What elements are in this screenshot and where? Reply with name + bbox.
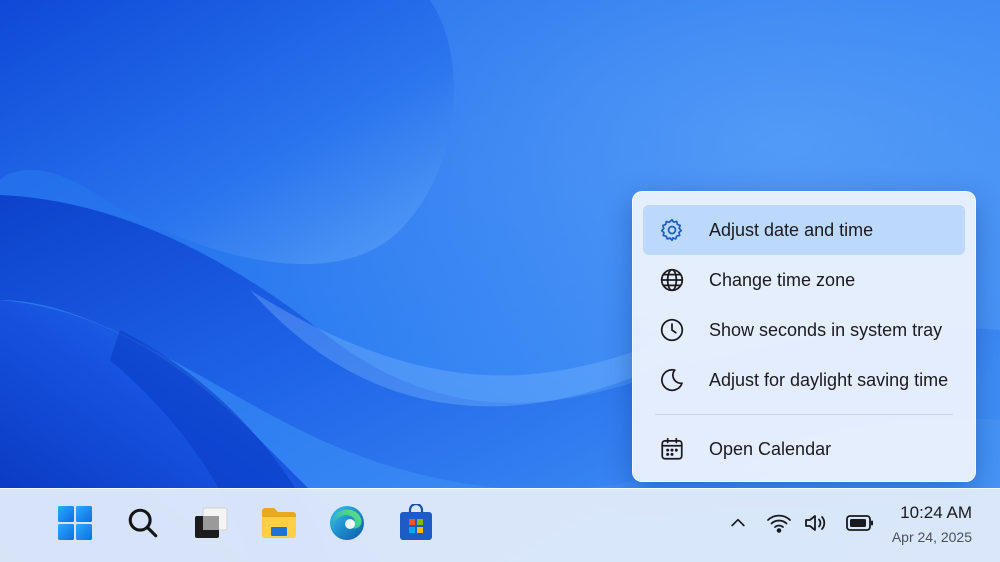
network-button[interactable] [765,512,793,538]
menu-divider [655,414,953,415]
menu-item-label: Open Calendar [709,438,832,459]
start-button[interactable] [55,505,95,545]
menu-item-open-calendar[interactable]: Open Calendar [643,424,965,474]
chevron-up-icon [728,513,748,538]
calendar-icon [657,434,687,464]
menu-item-label: Adjust date and time [709,219,874,240]
clock-context-menu: Adjust date and time Change time zone Sh… [632,191,976,482]
clock-date: Apr 24, 2025 [891,529,972,545]
search-icon [126,506,160,545]
store-button[interactable] [396,502,436,547]
moon-icon [657,365,687,395]
clock-icon [657,315,687,345]
battery-button[interactable] [845,512,875,538]
clock-time: 10:24 AM [900,503,972,522]
edge-browser-button[interactable] [327,505,367,545]
menu-item-label: Adjust for daylight saving time [709,369,949,390]
task-view-button[interactable] [191,505,231,545]
task-view-icon [192,505,230,546]
menu-item-change-time-zone[interactable]: Change time zone [643,255,965,305]
menu-item-adjust-date-time[interactable]: Adjust date and time [643,205,965,255]
gear-icon [657,215,687,245]
wifi-icon [766,512,792,539]
windows-logo-icon [57,505,93,546]
file-explorer-button[interactable] [259,505,299,545]
menu-item-label: Change time zone [709,269,856,290]
search-button[interactable] [123,505,163,545]
volume-icon [803,512,829,539]
store-bag-icon [398,502,434,547]
menu-item-show-seconds[interactable]: Show seconds in system tray [643,305,965,355]
edge-browser-icon [328,504,366,547]
taskbar: 10:24 AM Apr 24, 2025 [0,488,1000,562]
show-hidden-icons-button[interactable] [726,512,750,538]
battery-icon [846,514,874,537]
clock-date-button[interactable]: 10:24 AM Apr 24, 2025 [886,502,986,550]
menu-item-label: Show seconds in system tray [709,319,943,340]
menu-item-daylight-saving[interactable]: Adjust for daylight saving time [643,355,965,405]
folder-icon [260,506,298,545]
globe-icon [657,265,687,295]
volume-button[interactable] [802,512,830,538]
